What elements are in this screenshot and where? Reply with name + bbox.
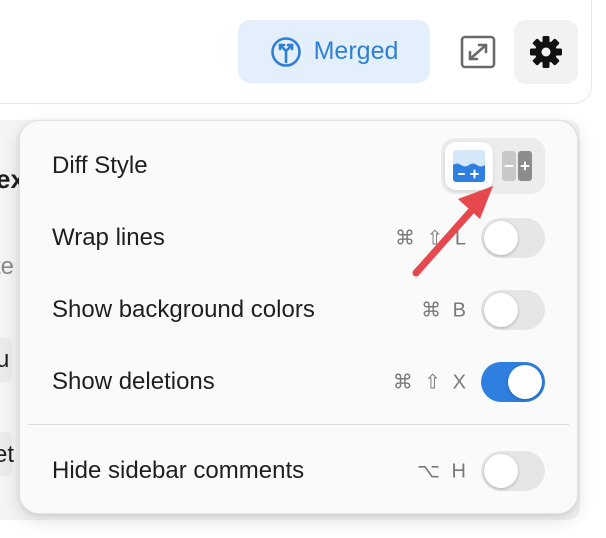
expand-button[interactable] xyxy=(455,31,501,73)
diff-style-label: Diff Style xyxy=(52,152,148,179)
background-text-fragment: te xyxy=(0,253,15,280)
hide-comments-shortcut: ⌥ H xyxy=(416,460,469,483)
wrap-lines-shortcut: ⌘ ⇧ L xyxy=(395,227,469,250)
show-deletions-shortcut: ⌘ ⇧ X xyxy=(392,371,469,394)
show-deletions-row[interactable]: Show deletions ⌘ ⇧ X xyxy=(20,352,577,412)
split-diff-option[interactable] xyxy=(493,142,541,190)
menu-divider xyxy=(28,424,569,425)
settings-button[interactable] xyxy=(514,20,578,84)
view-settings-menu: Diff Style Wrap lines ⌘ ⇧ L Show backgro… xyxy=(19,120,578,514)
split-diff-icon xyxy=(502,151,532,181)
background-colors-row[interactable]: Show background colors ⌘ B xyxy=(20,280,577,340)
background-text-fragment: u xyxy=(0,346,10,373)
wrap-lines-label: Wrap lines xyxy=(52,224,165,251)
toggle-knob xyxy=(484,221,518,255)
hide-comments-label: Hide sidebar comments xyxy=(52,457,305,484)
hide-comments-toggle[interactable] xyxy=(481,451,545,491)
hide-comments-row[interactable]: Hide sidebar comments ⌥ H xyxy=(20,441,577,501)
diff-style-selector xyxy=(441,138,545,194)
toggle-knob xyxy=(484,454,518,488)
toggle-knob xyxy=(508,365,542,399)
background-colors-shortcut: ⌘ B xyxy=(421,299,469,322)
expand-icon xyxy=(460,35,496,69)
merged-label: Merged xyxy=(313,37,399,65)
merge-icon xyxy=(270,36,301,67)
background-colors-label: Show background colors xyxy=(52,296,315,323)
gear-icon xyxy=(530,36,562,68)
toggle-knob xyxy=(484,293,518,327)
wrap-lines-toggle[interactable] xyxy=(481,218,545,258)
merged-status-button[interactable]: Merged xyxy=(238,20,430,83)
diff-style-row: Diff Style xyxy=(20,136,577,196)
unified-diff-option[interactable] xyxy=(445,142,493,190)
wrap-lines-row[interactable]: Wrap lines ⌘ ⇧ L xyxy=(20,208,577,268)
background-colors-toggle[interactable] xyxy=(481,290,545,330)
unified-diff-icon xyxy=(453,150,485,182)
show-deletions-label: Show deletions xyxy=(52,368,215,395)
show-deletions-toggle[interactable] xyxy=(481,362,545,402)
background-text-fragment: et xyxy=(0,441,15,468)
